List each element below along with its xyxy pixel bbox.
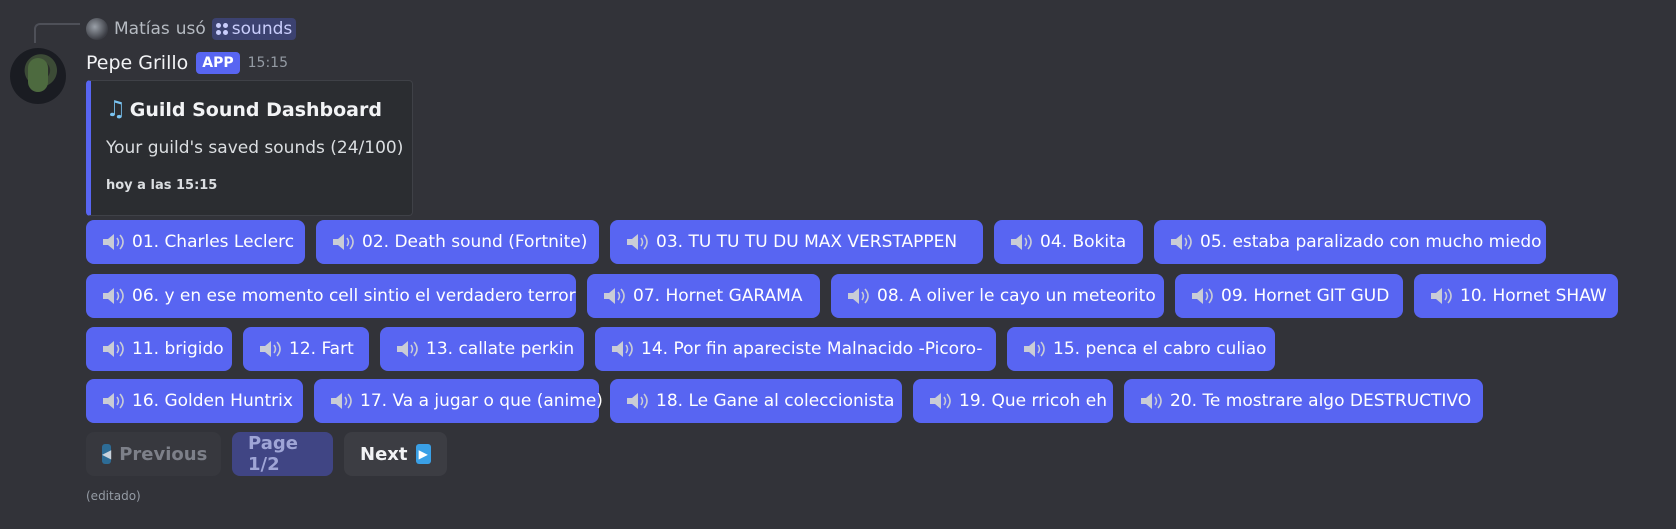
embed-title: Guild Sound Dashboard [129, 98, 382, 121]
sound-label: 14. Por fin apareciste Malnacido -Picoro… [641, 339, 983, 359]
speaker-icon [604, 288, 625, 304]
previous-label: Previous [119, 443, 208, 465]
speaker-icon [103, 288, 124, 304]
sound-label: 16. Golden Huntrix [132, 391, 293, 411]
sound-label: 13. callate perkin [426, 339, 575, 359]
sound-button[interactable]: 08. A oliver le cayo un meteorito [831, 274, 1164, 318]
sound-label: 15. penca el cabro culiao [1053, 339, 1267, 359]
sound-button[interactable]: 04. Bokita [994, 220, 1143, 264]
sound-button[interactable]: 19. Que rricoh eh [913, 379, 1113, 423]
sound-label: 07. Hornet GARAMA [633, 286, 803, 306]
sound-button[interactable]: 13. callate perkin [380, 327, 584, 371]
speaker-icon [1141, 393, 1162, 409]
reply-action: usó [175, 19, 206, 39]
embed-footer: hoy a las 15:15 [106, 178, 218, 193]
speaker-icon [1431, 288, 1452, 304]
speaker-icon [1011, 234, 1032, 250]
left-arrow-icon: ◀ [102, 444, 112, 464]
sound-label: 09. Hornet GIT GUD [1221, 286, 1390, 306]
username[interactable]: Pepe Grillo [86, 52, 188, 74]
speaker-icon [260, 341, 281, 357]
speaker-icon [627, 234, 648, 250]
command-icon [215, 23, 228, 35]
sound-button[interactable]: 11. brigido [86, 327, 232, 371]
reply-line[interactable]: Matías usó sounds [86, 16, 297, 42]
sound-button[interactable]: 09. Hornet GIT GUD [1175, 274, 1403, 318]
sound-button[interactable]: 18. Le Gane al coleccionista [610, 379, 902, 423]
page-label: Page 1/2 [248, 433, 298, 475]
musical-note-icon: ♫ [106, 97, 126, 122]
embed: ♫ Guild Sound Dashboard Your guild's sav… [86, 80, 413, 216]
page-indicator-button[interactable]: Page 1/2 [232, 432, 333, 476]
previous-button[interactable]: ◀ Previous [86, 432, 221, 476]
embed-description: Your guild's saved sounds (24/100) [106, 138, 404, 158]
sound-button[interactable]: 15. penca el cabro culiao [1007, 327, 1275, 371]
sound-button[interactable]: 05. estaba paralizado con mucho miedo [1154, 220, 1546, 264]
reply-avatar[interactable] [86, 18, 108, 40]
next-button[interactable]: Next ▶ [344, 432, 447, 476]
sound-button[interactable]: 10. Hornet SHAW [1414, 274, 1618, 318]
speaker-icon [1192, 288, 1213, 304]
sound-button[interactable]: 16. Golden Huntrix [86, 379, 303, 423]
sound-button[interactable]: 03. TU TU TU DU MAX VERSTAPPEN [610, 220, 983, 264]
speaker-icon [331, 393, 352, 409]
reply-connector [34, 23, 80, 43]
speaker-icon [1024, 341, 1045, 357]
sound-button[interactable]: 01. Charles Leclerc [86, 220, 305, 264]
sound-button[interactable]: 14. Por fin apareciste Malnacido -Picoro… [595, 327, 996, 371]
sound-label: 05. estaba paralizado con mucho miedo [1200, 232, 1542, 252]
right-arrow-icon: ▶ [415, 444, 431, 464]
sound-label: 17. Va a jugar o que (anime) [360, 391, 603, 411]
speaker-icon [103, 393, 124, 409]
next-label: Next [360, 443, 408, 465]
speaker-icon [397, 341, 418, 357]
speaker-icon [103, 234, 124, 250]
app-badge: APP [196, 52, 240, 74]
speaker-icon [930, 393, 951, 409]
sound-label: 06. y en ese momento cell sintio el verd… [132, 286, 576, 306]
sound-label: 02. Death sound (Fortnite) [362, 232, 588, 252]
sound-label: 20. Te mostrare algo DESTRUCTIVO [1170, 391, 1472, 411]
avatar[interactable] [10, 48, 66, 104]
sound-label: 01. Charles Leclerc [132, 232, 295, 252]
sound-label: 04. Bokita [1040, 232, 1127, 252]
sound-button[interactable]: 06. y en ese momento cell sintio el verd… [86, 274, 576, 318]
reply-username[interactable]: Matías [114, 19, 170, 39]
timestamp[interactable]: 15:15 [248, 55, 288, 71]
command-name: sounds [231, 19, 293, 39]
sound-label: 10. Hornet SHAW [1460, 286, 1607, 306]
message-header: Pepe Grillo APP 15:15 [86, 49, 288, 77]
speaker-icon [333, 234, 354, 250]
sound-label: 08. A oliver le cayo un meteorito [877, 286, 1156, 306]
sound-label: 19. Que rricoh eh [959, 391, 1108, 411]
embed-title-row: ♫ Guild Sound Dashboard [106, 97, 382, 122]
sound-button[interactable]: 20. Te mostrare algo DESTRUCTIVO [1124, 379, 1483, 423]
speaker-icon [612, 341, 633, 357]
command-mention[interactable]: sounds [211, 18, 297, 40]
sound-label: 18. Le Gane al coleccionista [656, 391, 895, 411]
sound-label: 11. brigido [132, 339, 224, 359]
sound-button[interactable]: 07. Hornet GARAMA [587, 274, 820, 318]
edited-label: (editado) [86, 489, 141, 503]
speaker-icon [627, 393, 648, 409]
speaker-icon [103, 341, 124, 357]
sound-button[interactable]: 02. Death sound (Fortnite) [316, 220, 599, 264]
sound-label: 12. Fart [289, 339, 354, 359]
sound-button[interactable]: 17. Va a jugar o que (anime) [314, 379, 603, 423]
speaker-icon [848, 288, 869, 304]
sound-label: 03. TU TU TU DU MAX VERSTAPPEN [656, 232, 958, 252]
speaker-icon [1171, 234, 1192, 250]
sound-button[interactable]: 12. Fart [243, 327, 369, 371]
